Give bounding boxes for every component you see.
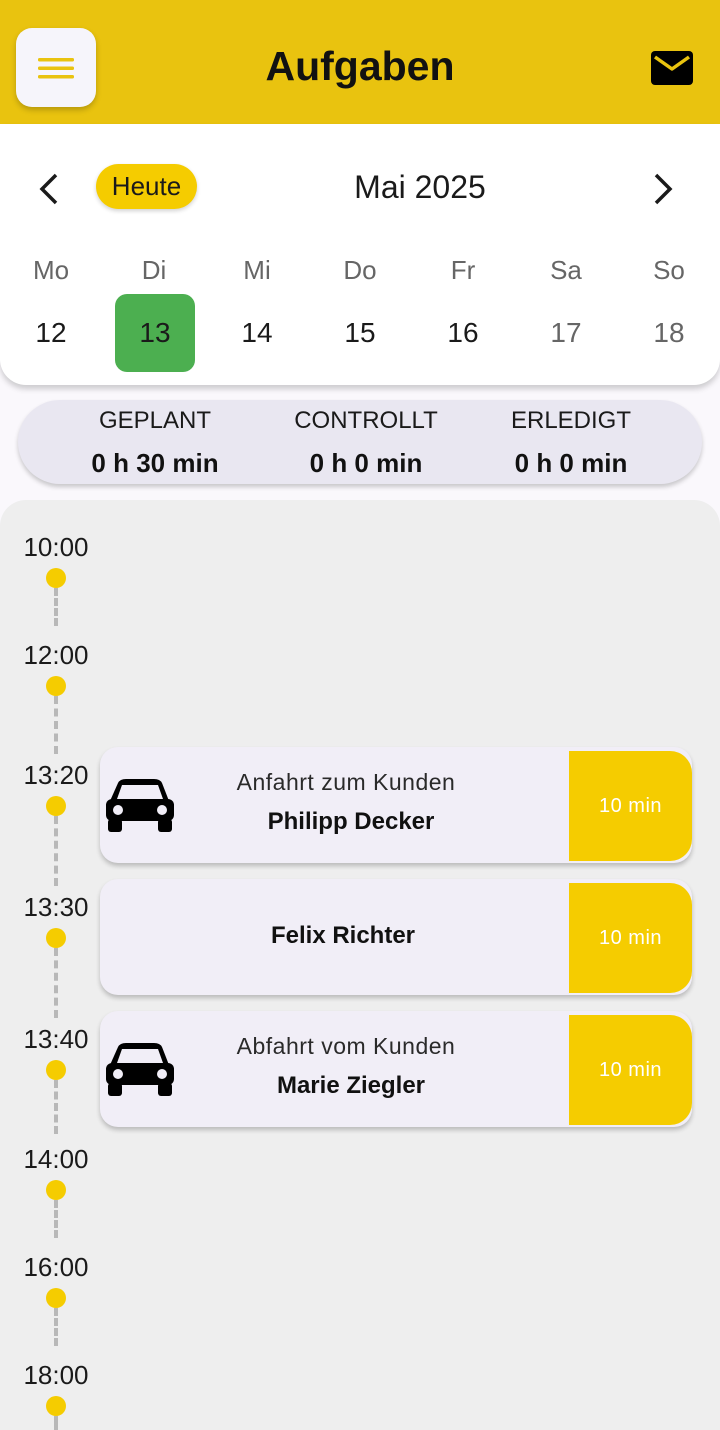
weekday-di: Di [141, 255, 167, 285]
weekday-so: So [653, 255, 685, 285]
timeline-connector [54, 1200, 58, 1238]
task-card[interactable]: Anfahrt zum Kunden Philipp Decker 10 min [100, 747, 692, 863]
time-label: 13:20 [23, 760, 89, 790]
task-type: Abfahrt vom Kunden [236, 1033, 456, 1059]
car-icon [106, 779, 174, 832]
task-customer-name: Philipp Decker [267, 808, 435, 835]
day-cell-selected[interactable]: 13 [115, 294, 195, 372]
week-calendar: Heute Mai 2025 Mo Di Mi Do Fr Sa So 12 1… [0, 124, 720, 385]
time-label: 13:30 [23, 892, 89, 922]
envelope-icon[interactable] [650, 50, 694, 86]
app-bar: Aufgaben [0, 0, 720, 124]
day-cell[interactable]: 12 [11, 294, 91, 372]
timeline-connector [54, 816, 58, 886]
timeline-dot [46, 676, 66, 696]
chevron-right-icon[interactable] [642, 169, 682, 209]
today-button[interactable]: Heute [96, 164, 197, 209]
time-label: 10:00 [23, 532, 89, 562]
time-label: 14:00 [23, 1144, 89, 1174]
task-card[interactable]: Abfahrt vom Kunden Marie Ziegler 10 min [100, 1011, 692, 1127]
timeline-connector [54, 696, 58, 754]
task-duration-badge: 10 min [569, 1015, 692, 1125]
timeline-dot [46, 1396, 66, 1416]
timeline-dot [46, 796, 66, 816]
task-customer-name: Marie Ziegler [276, 1072, 426, 1099]
time-label: 16:00 [23, 1252, 89, 1282]
day-cell[interactable]: 17 [526, 294, 606, 372]
timeline-dot [46, 1060, 66, 1080]
timeline-dot [46, 1288, 66, 1308]
planned-value: 0 h 30 min [91, 448, 219, 478]
task-card[interactable]: Felix Richter 10 min [100, 879, 692, 995]
timeline-connector [54, 1308, 58, 1346]
day-cell[interactable]: 14 [217, 294, 297, 372]
task-type: Anfahrt zum Kunden [236, 769, 456, 795]
timeline-dot [46, 568, 66, 588]
weekday-mi: Mi [243, 255, 271, 285]
weekday-fr: Fr [450, 255, 476, 285]
controlled-value: 0 h 0 min [309, 448, 423, 478]
timeline-connector [54, 1080, 58, 1134]
time-summary: GEPLANT 0 h 30 min CONTROLLT 0 h 0 min E… [18, 400, 702, 484]
weekday-do: Do [343, 255, 377, 285]
chevron-left-icon[interactable] [30, 169, 70, 209]
day-cell[interactable]: 16 [423, 294, 503, 372]
day-cell[interactable]: 15 [320, 294, 400, 372]
month-label: Mai 2025 [354, 169, 486, 205]
time-label: 13:40 [23, 1024, 89, 1054]
task-duration-badge: 10 min [569, 751, 692, 861]
task-duration-badge: 10 min [569, 883, 692, 993]
timeline-connector [54, 588, 58, 626]
timeline-connector [54, 948, 58, 1018]
timeline-connector [54, 1416, 58, 1430]
time-label: 12:00 [23, 640, 89, 670]
timeline-dot [46, 1180, 66, 1200]
day-cell[interactable]: 18 [629, 294, 709, 372]
hamburger-menu-icon [38, 57, 74, 78]
page-title: Aufgaben [265, 43, 455, 89]
time-label: 18:00 [23, 1360, 89, 1390]
weekday-mo: Mo [32, 255, 70, 285]
planned-label: GEPLANT [98, 407, 212, 434]
timeline-dot [46, 928, 66, 948]
done-value: 0 h 0 min [514, 448, 628, 478]
controlled-label: CONTROLLT [294, 407, 438, 434]
done-label: ERLEDIGT [510, 407, 632, 434]
weekday-sa: Sa [550, 255, 582, 285]
car-icon [106, 1043, 174, 1096]
task-customer-name: Felix Richter [270, 922, 416, 949]
menu-button[interactable] [16, 28, 96, 107]
